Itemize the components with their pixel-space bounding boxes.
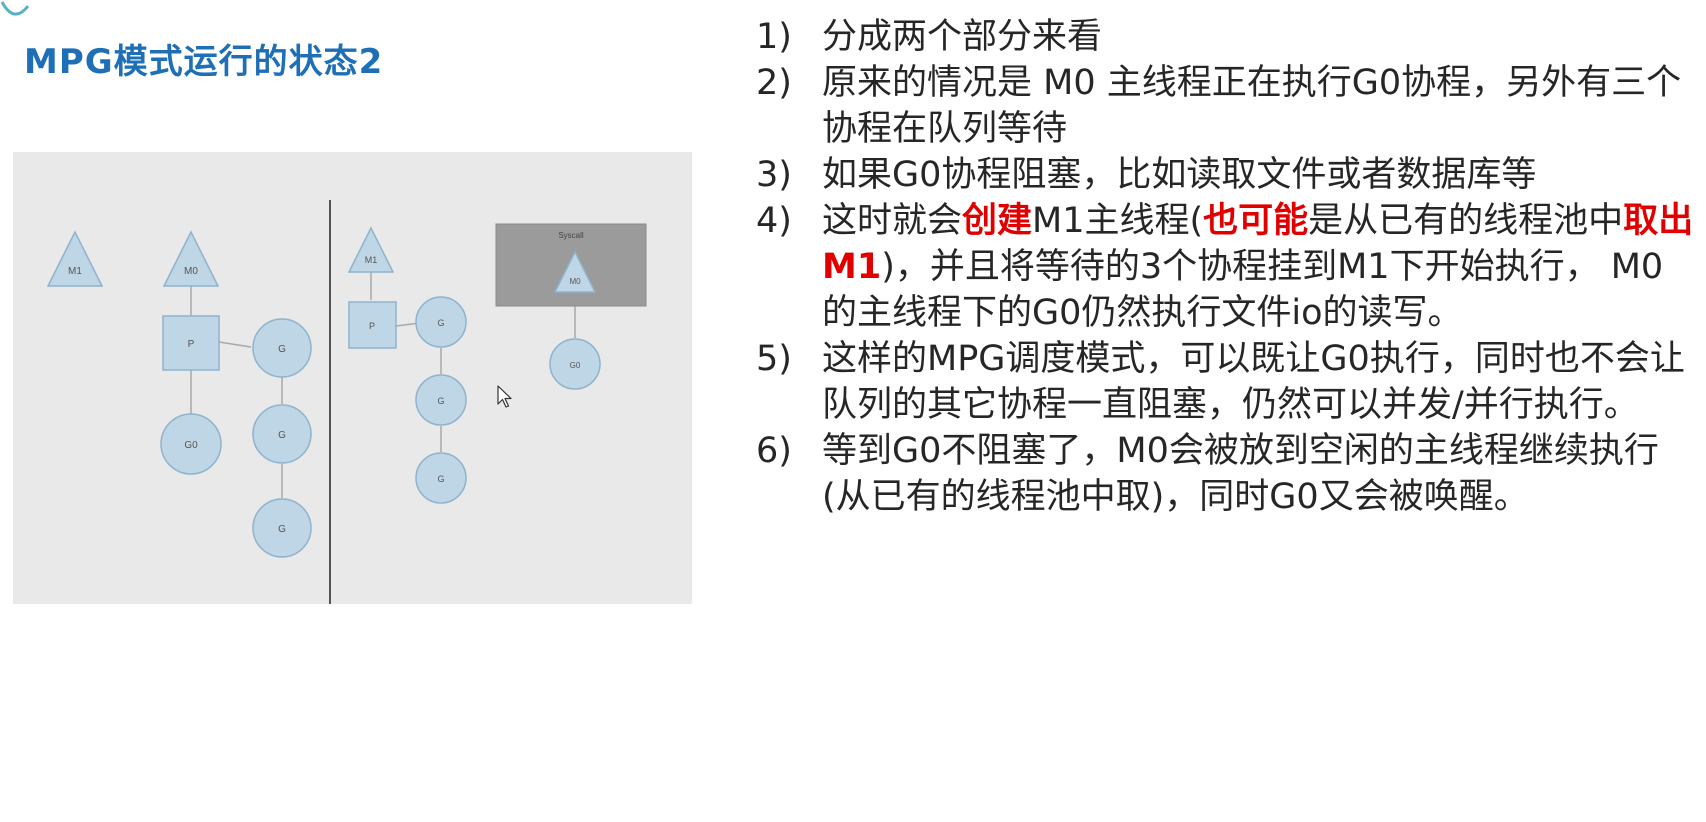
list-item: 2) 原来的情况是 M0 主线程正在执行G0协程，另外有三个协程在队列等待 <box>756 60 1696 152</box>
list-item: 6) 等到G0不阻塞了，M0会被放到空闲的主线程继续执行(从已有的线程池中取)，同… <box>756 428 1696 520</box>
left-queue-g-node-1: G <box>252 318 312 378</box>
left-queue-g-node-2: G <box>252 404 312 464</box>
mpg-diagram: M1 M0 P G0 G G G M1 P G G G Syscall M0 G… <box>13 152 692 604</box>
list-item-text: 是从已有的线程池中 <box>1308 201 1624 241</box>
left-g0-label: G0 <box>184 440 198 451</box>
right-queue-g-label-2: G <box>437 396 444 406</box>
right-queue-g-label-3: G <box>437 474 444 484</box>
list-item-text: M1主线程( <box>1032 201 1204 241</box>
right-g0-label: G0 <box>570 361 581 370</box>
slide: MPG模式运行的状态2 M1 M0 P G0 G G G M1 P G G G … <box>0 0 1706 822</box>
left-queue-g-node-3: G <box>252 498 312 558</box>
right-queue-g-node-2: G <box>415 374 467 426</box>
right-p-label: P <box>369 321 375 331</box>
slide-corner-decoration <box>0 1 30 16</box>
right-m0-label: M0 <box>569 277 581 286</box>
right-m1-label: M1 <box>365 255 378 265</box>
left-queue-g-label-2: G <box>278 430 286 441</box>
list-item-text: 分成两个部分来看 <box>822 17 1103 57</box>
syscall-label: Syscall <box>558 231 584 240</box>
list-item-text: )，并且将等待的3个协程挂到M1下开始执行， M0的主线程下的G0仍然执行文件i… <box>822 247 1664 333</box>
left-m1-label: M1 <box>68 266 82 277</box>
left-p-label: P <box>188 339 195 350</box>
list-item: 5) 这样的MPG调度模式，可以既让G0执行，同时也不会让队列的其它协程一直阻塞，… <box>756 336 1696 428</box>
left-queue-g-label-1: G <box>278 344 286 355</box>
list-item-text: 等到G0不阻塞了，M0会被放到空闲的主线程继续执行(从已有的线程池中取)，同时G… <box>822 431 1659 517</box>
left-g0-node: G0 <box>160 413 222 475</box>
highlighted-text: 创建 <box>962 201 1033 241</box>
list-item-text: 这时就会 <box>822 201 963 241</box>
left-p-node: P <box>162 315 220 371</box>
list-item-number: 1) <box>756 17 792 57</box>
list-item-number: 3) <box>756 155 792 195</box>
mpg-diagram-canvas: M1 M0 P G0 G G G M1 P G G G Syscall M0 G… <box>13 152 692 604</box>
highlighted-text: 也可能 <box>1203 201 1309 241</box>
left-queue-g-label-3: G <box>278 524 286 535</box>
list-item-number: 4) <box>756 201 792 241</box>
list-item-number: 6) <box>756 431 792 471</box>
right-g0-node: G0 <box>549 338 601 390</box>
list-item-text: 这样的MPG调度模式，可以既让G0执行，同时也不会让队列的其它协程一直阻塞，仍然… <box>822 339 1685 425</box>
list-item: 4) 这时就会创建M1主线程(也可能是从已有的线程池中取出M1)，并且将等待的3个… <box>756 198 1696 336</box>
list-item-number: 5) <box>756 339 792 379</box>
list-item-text: 如果G0协程阻塞，比如读取文件或者数据库等 <box>822 155 1537 195</box>
right-queue-g-node-3: G <box>415 452 467 504</box>
list-item-text: 原来的情况是 M0 主线程正在执行G0协程，另外有三个协程在队列等待 <box>822 63 1682 149</box>
list-item: 1) 分成两个部分来看 <box>756 14 1696 60</box>
list-item-number: 2) <box>756 63 792 103</box>
right-queue-g-node-1: G <box>415 296 467 348</box>
right-p-node: P <box>348 301 397 349</box>
syscall-box: Syscall M0 <box>495 223 647 307</box>
left-m0-label: M0 <box>184 266 198 277</box>
slide-title: MPG模式运行的状态2 <box>24 42 384 82</box>
right-queue-g-label-1: G <box>437 318 444 328</box>
list-item: 3) 如果G0协程阻塞，比如读取文件或者数据库等 <box>756 152 1696 198</box>
explanation-list: 1) 分成两个部分来看 2) 原来的情况是 M0 主线程正在执行G0协程，另外有三个协… <box>756 14 1696 520</box>
